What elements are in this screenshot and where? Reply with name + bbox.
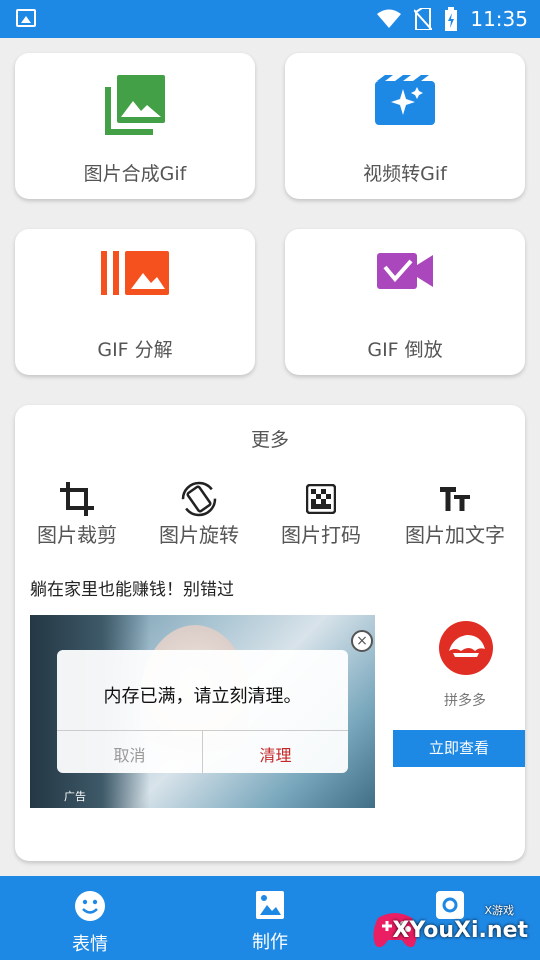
tab-label: 表情 bbox=[72, 934, 108, 955]
tool-crop[interactable]: 图片裁剪 bbox=[15, 481, 139, 548]
smiley-icon bbox=[75, 891, 105, 921]
mosaic-icon bbox=[306, 484, 336, 514]
more-title: 更多 bbox=[250, 429, 289, 451]
tile-gif-reverse[interactable]: GIF 倒放 bbox=[285, 229, 525, 375]
memory-full-dialog: 内存已满，请立刻清理。 取消 清理 bbox=[57, 650, 348, 773]
tool-mosaic[interactable]: 图片打码 bbox=[259, 481, 383, 548]
tile-label: 视频转Gif bbox=[363, 163, 447, 185]
tile-images-to-gif[interactable]: 图片合成Gif bbox=[15, 53, 255, 199]
watermark-sub: X游戏 bbox=[484, 904, 514, 917]
dialog-cancel-button[interactable]: 取消 bbox=[57, 742, 202, 766]
wifi-icon bbox=[377, 9, 402, 28]
crop-icon bbox=[60, 482, 94, 516]
ad-caption: 广告 bbox=[64, 790, 86, 803]
tool-label: 图片加文字 bbox=[405, 523, 505, 547]
tile-label: 图片合成Gif bbox=[83, 163, 187, 185]
ad-view-button[interactable]: 立即查看 bbox=[393, 730, 525, 767]
site-watermark: X游戏 XYouXi.net bbox=[370, 900, 530, 956]
tile-label: GIF 倒放 bbox=[367, 339, 443, 361]
more-card: 更多 图片裁剪 图片旋转 图片打码 图片加文字 躺在家里也能赚钱！别错过 广告 … bbox=[15, 405, 525, 861]
gif-split-icon bbox=[101, 251, 169, 295]
status-time: 11:35 bbox=[470, 7, 528, 31]
rotate-icon bbox=[181, 481, 217, 517]
video-sparkle-icon bbox=[375, 75, 435, 125]
status-icons: 11:35 bbox=[376, 6, 528, 32]
gallery-notification-icon bbox=[16, 9, 36, 27]
text-icon bbox=[440, 487, 470, 511]
ad-side-name: 拼多多 bbox=[444, 693, 486, 709]
tile-gif-split[interactable]: GIF 分解 bbox=[15, 229, 255, 375]
tool-add-text[interactable]: 图片加文字 bbox=[395, 481, 515, 548]
dialog-clean-button[interactable]: 清理 bbox=[203, 742, 348, 766]
tab-make[interactable]: 制作 bbox=[220, 890, 320, 954]
image-stack-icon bbox=[105, 75, 165, 135]
tool-rotate[interactable]: 图片旋转 bbox=[137, 481, 261, 548]
ad-title[interactable]: 躺在家里也能赚钱！别错过 bbox=[30, 575, 234, 600]
pinduoduo-logo-icon[interactable] bbox=[439, 621, 493, 675]
status-bar: 11:35 bbox=[0, 0, 540, 38]
no-sim-icon bbox=[414, 8, 433, 30]
tool-label: 图片打码 bbox=[281, 523, 361, 547]
watermark-text: XYouXi.net bbox=[392, 918, 528, 943]
tool-label: 图片旋转 bbox=[159, 523, 239, 547]
ad-close-icon[interactable]: × bbox=[351, 630, 373, 652]
tool-label: 图片裁剪 bbox=[37, 523, 117, 547]
tile-video-to-gif[interactable]: 视频转Gif bbox=[285, 53, 525, 199]
tab-emoji[interactable]: 表情 bbox=[40, 890, 140, 956]
video-reverse-icon bbox=[377, 253, 433, 289]
dialog-message: 内存已满，请立刻清理。 bbox=[103, 686, 302, 707]
tab-label: 制作 bbox=[252, 932, 288, 953]
image-icon bbox=[256, 891, 284, 919]
tile-label: GIF 分解 bbox=[97, 339, 173, 361]
battery-charging-icon bbox=[445, 7, 458, 31]
